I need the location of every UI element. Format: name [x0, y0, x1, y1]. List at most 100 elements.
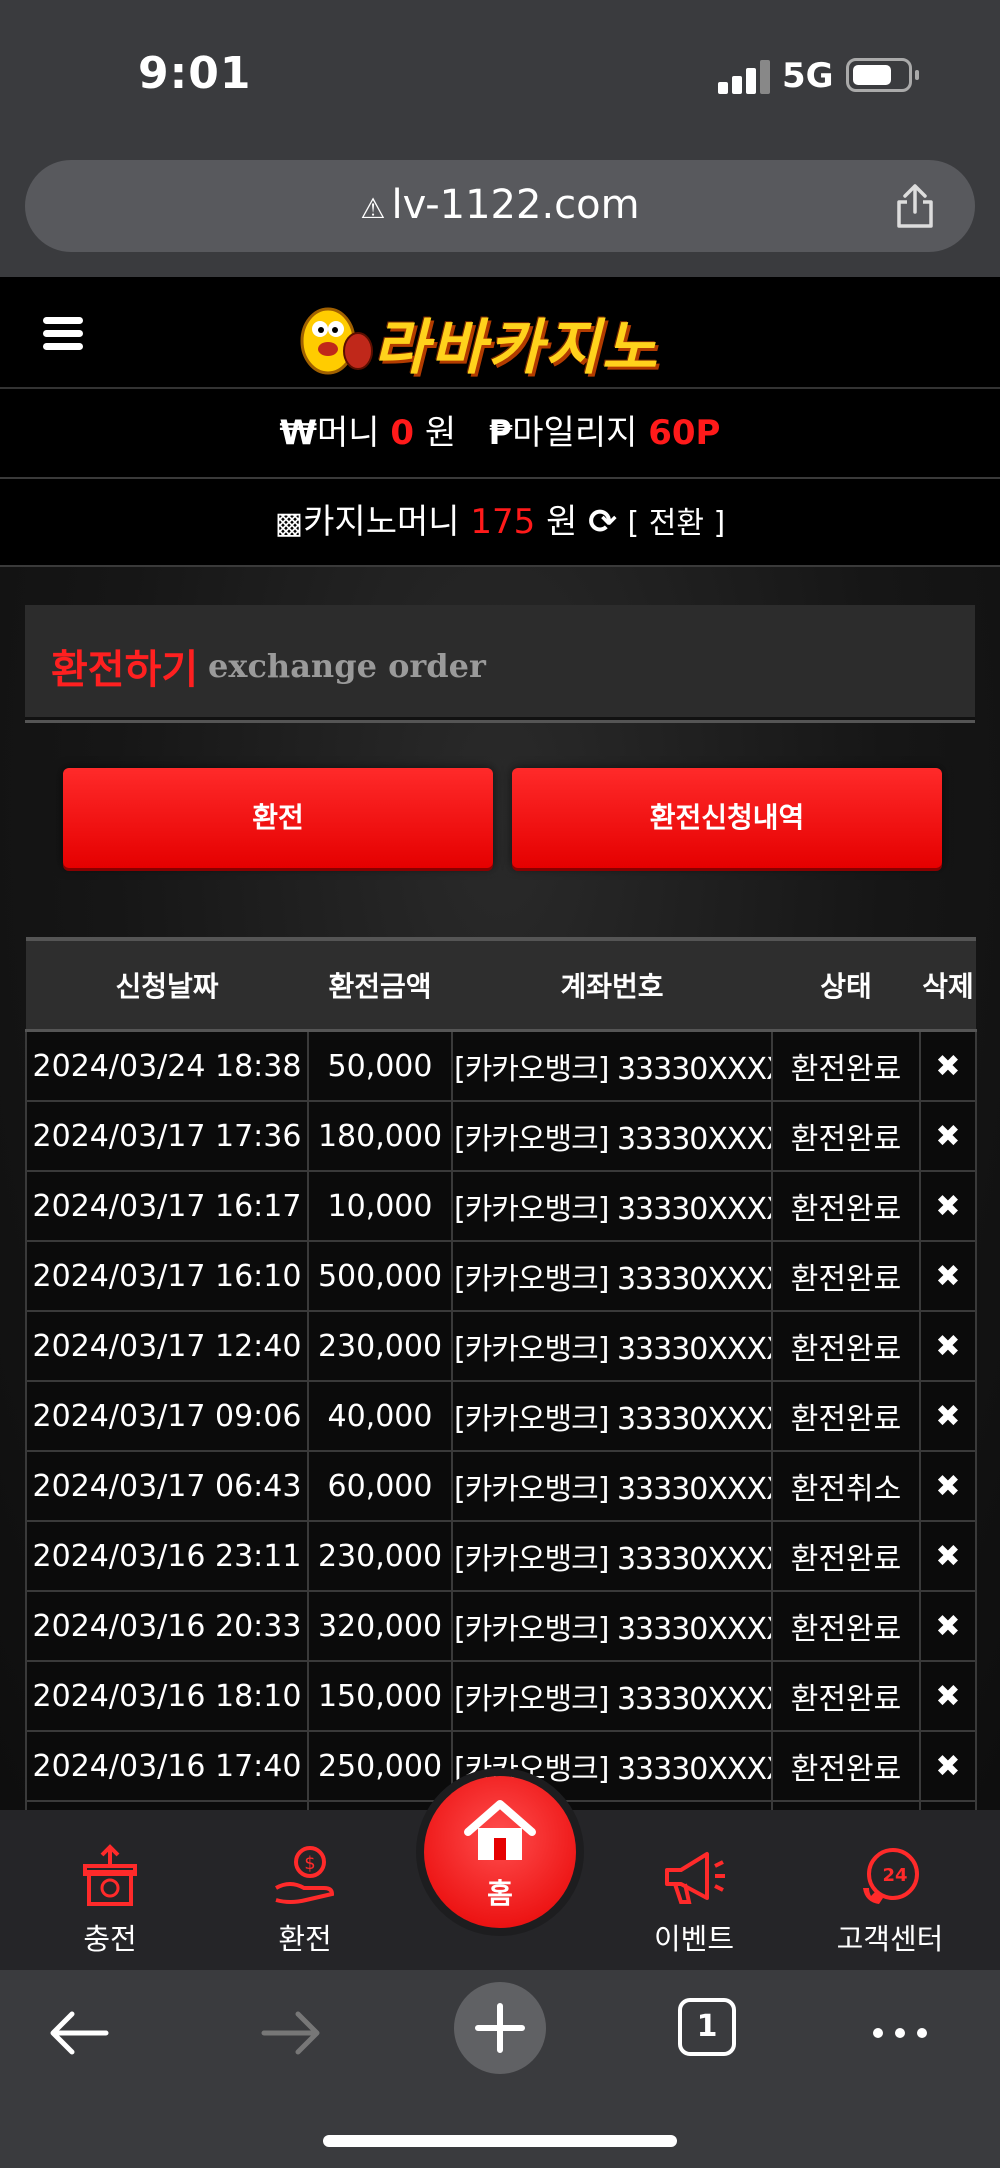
convert-button[interactable]: [ 전환 ] — [628, 506, 726, 541]
cell-date: 2024/03/16 18:10 — [25, 1660, 309, 1732]
cell-amount: 230,000 — [307, 1310, 453, 1382]
cellular-signal-icon — [718, 60, 774, 94]
cell-date: 2024/03/17 12:40 — [25, 1310, 309, 1382]
share-icon[interactable] — [893, 182, 937, 230]
new-tab-button[interactable] — [454, 1982, 546, 2074]
delete-icon[interactable]: ✖ — [919, 1310, 977, 1382]
cell-amount: 180,000 — [307, 1100, 453, 1172]
plus-icon — [475, 2003, 525, 2053]
coin-hand-icon: $ — [275, 1846, 335, 1904]
cell-account: [카카오뱅크] 33330XXXXX — [451, 1450, 773, 1522]
col-header-account: 계좌번호 — [452, 937, 772, 1032]
cell-account: [카카오뱅크] 33330XXXXX — [451, 1380, 773, 1452]
network-type: 5G — [782, 56, 834, 96]
nav-event-label: 이벤트 — [653, 1922, 735, 1956]
battery-icon — [846, 58, 919, 92]
menu-icon[interactable] — [43, 317, 83, 351]
nav-charge-label: 충전 — [83, 1922, 137, 1956]
cell-amount: 60,000 — [307, 1450, 453, 1522]
page-title: 환전하기 — [51, 647, 199, 693]
title-divider — [25, 720, 975, 723]
table-row: 2024/03/17 16:17 10,000 [카카오뱅크] 33330XXXXX… — [25, 1170, 977, 1242]
casino-value: 175 — [470, 502, 536, 542]
home-indicator — [323, 2135, 677, 2147]
larva-mascot-icon — [300, 307, 373, 375]
cell-account: [카카오뱅크] 33330XXXXX — [451, 1590, 773, 1662]
table-row: 2024/03/16 18:10 150,000 [카카오뱅크] 33330XXXX… — [25, 1660, 977, 1732]
table-row: 2024/03/16 23:11 230,000 [카카오뱅크] 33330XXXX… — [25, 1520, 977, 1592]
delete-icon[interactable]: ✖ — [919, 1450, 977, 1522]
megaphone-icon — [665, 1852, 725, 1904]
mileage-label: 마일리지 — [512, 413, 638, 453]
nav-home-button[interactable]: 홈 — [424, 1776, 576, 1928]
mileage-icon: ₱ — [488, 413, 513, 453]
delete-icon[interactable]: ✖ — [919, 1730, 977, 1802]
casino-label: 카지노머니 — [303, 502, 460, 542]
cell-date: 2024/03/17 16:17 — [25, 1170, 309, 1242]
cell-amount: 230,000 — [307, 1520, 453, 1592]
address-bar[interactable]: ⚠ lv-1122.com — [25, 160, 975, 252]
warning-icon: ⚠ — [360, 192, 386, 225]
refresh-icon[interactable]: ⟳ — [588, 502, 617, 542]
cell-status: 환전완료 — [771, 1520, 921, 1592]
nav-home-label: 홈 — [487, 1877, 513, 1910]
table-row: 2024/03/17 09:06 40,000 [카카오뱅크] 33330XXXXX… — [25, 1380, 977, 1452]
table-row: 2024/03/17 17:36 180,000 [카카오뱅크] 33330XXXX… — [25, 1100, 977, 1172]
more-icon[interactable] — [860, 2000, 940, 2066]
delete-icon[interactable]: ✖ — [919, 1029, 977, 1102]
svg-text:24: 24 — [882, 1865, 907, 1886]
page-subtitle: exchange order — [208, 647, 486, 685]
charge-box-icon — [83, 1844, 137, 1906]
cell-amount: 320,000 — [307, 1590, 453, 1662]
col-header-delete: 삭제 — [920, 937, 976, 1032]
cell-account: [카카오뱅크] 33330XXXXX — [451, 1170, 773, 1242]
casino-money-bar: ▩카지노머니 175 원 ⟳ [ 전환 ] — [0, 479, 1000, 567]
table-row: 2024/03/17 06:43 60,000 [카카오뱅크] 33330XXXXX… — [25, 1450, 977, 1522]
exchange-history-button[interactable]: 환전신청내역 — [512, 768, 942, 868]
cell-date: 2024/03/24 18:38 — [25, 1029, 309, 1102]
mileage-unit: P — [695, 413, 721, 453]
cell-status: 환전완료 — [771, 1240, 921, 1312]
delete-icon[interactable]: ✖ — [919, 1380, 977, 1452]
delete-icon[interactable]: ✖ — [919, 1100, 977, 1172]
url-text: lv-1122.com — [391, 182, 640, 228]
status-bar: 9:01 5G — [0, 0, 1000, 140]
delete-icon[interactable]: ✖ — [919, 1660, 977, 1732]
mileage-value: 60 — [648, 413, 696, 453]
exchange-button[interactable]: 환전 — [63, 768, 493, 868]
table-header-row: 신청날짜 환전금액 계좌번호 상태 삭제 — [26, 937, 976, 1032]
nav-exchange[interactable]: $ 환전 — [235, 1844, 375, 1958]
cell-status: 환전완료 — [771, 1029, 921, 1102]
delete-icon[interactable]: ✖ — [919, 1240, 977, 1312]
site-logo[interactable]: 라바카지노 — [278, 291, 728, 383]
money-label: 머니 — [317, 413, 380, 453]
cell-status: 환전완료 — [771, 1170, 921, 1242]
page-title-box: 환전하기 exchange order — [25, 605, 975, 720]
table-row: 2024/03/24 18:38 50,000 [카카오뱅크] 33330XXXXX… — [25, 1029, 977, 1102]
cell-account: [카카오뱅크] 33330XXXXX — [451, 1520, 773, 1592]
browser-toolbar: ⚠ lv-1122.com — [0, 140, 1000, 277]
nav-exchange-label: 환전 — [278, 1922, 332, 1956]
logo-text: 라바카지노 — [373, 313, 659, 383]
cell-account: [카카오뱅크] 33330XXXXX — [451, 1029, 773, 1102]
nav-charge[interactable]: 충전 — [40, 1844, 180, 1958]
col-header-date: 신청날짜 — [26, 937, 308, 1032]
nav-event[interactable]: 이벤트 — [624, 1844, 764, 1958]
casino-unit: 원 — [546, 502, 578, 542]
cell-status: 환전완료 — [771, 1730, 921, 1802]
tab-count: 1 — [696, 2009, 718, 2044]
delete-icon[interactable]: ✖ — [919, 1170, 977, 1242]
nav-support[interactable]: 24 고객센터 — [820, 1844, 960, 1958]
cell-status: 환전완료 — [771, 1590, 921, 1662]
delete-icon[interactable]: ✖ — [919, 1590, 977, 1662]
forward-arrow-icon[interactable] — [250, 2000, 330, 2066]
back-arrow-icon[interactable] — [40, 2000, 120, 2066]
table-row: 2024/03/16 20:33 320,000 [카카오뱅크] 33330XXXX… — [25, 1590, 977, 1662]
cell-date: 2024/03/16 23:11 — [25, 1520, 309, 1592]
delete-icon[interactable]: ✖ — [919, 1520, 977, 1592]
col-header-amount: 환전금액 — [308, 937, 452, 1032]
site-header: 라바카지노 — [0, 277, 1000, 389]
cell-amount: 500,000 — [307, 1240, 453, 1312]
tabs-button[interactable]: 1 — [678, 1998, 736, 2056]
cell-amount: 50,000 — [307, 1029, 453, 1102]
